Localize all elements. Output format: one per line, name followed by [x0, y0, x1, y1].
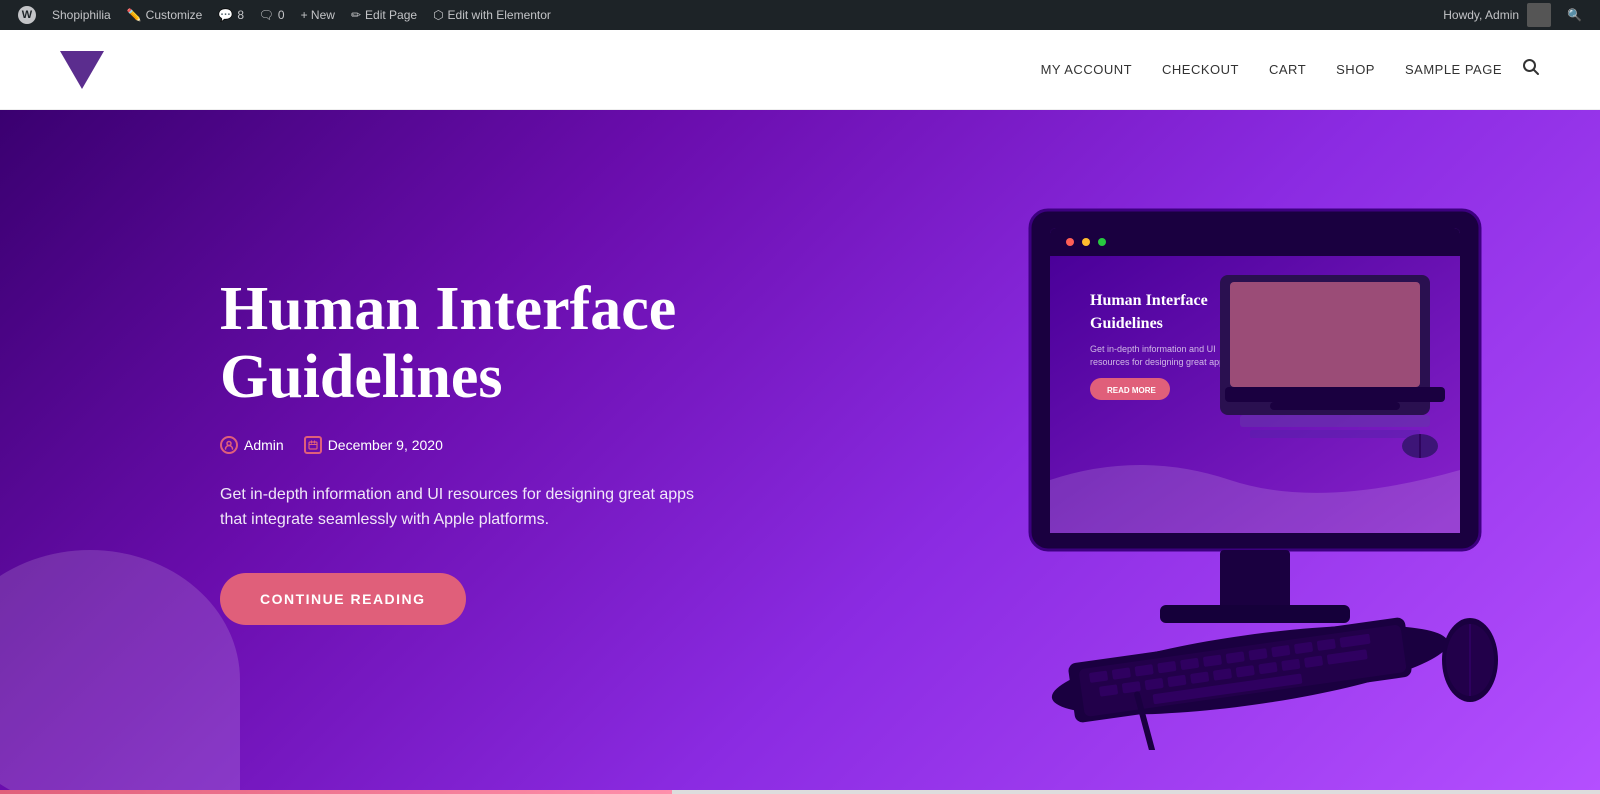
nav-link-shop[interactable]: SHOP	[1336, 62, 1375, 77]
site-name-item[interactable]: Shopiphilia	[44, 0, 119, 30]
comments-item[interactable]: 💬 8 🗨 0	[210, 0, 292, 30]
hero-date-label: December 9, 2020	[328, 437, 443, 453]
hero-date-meta: December 9, 2020	[304, 436, 443, 454]
hero-author-label: Admin	[244, 437, 284, 453]
wp-logo-item[interactable]: W	[10, 0, 44, 30]
howdy-text: Howdy, Admin	[1443, 8, 1519, 22]
edit-page-icon: ✏	[351, 8, 361, 22]
nav-links: MY ACCOUNT CHECKOUT CART SHOP SAMPLE PAG…	[1041, 61, 1502, 79]
nav-link-cart[interactable]: CART	[1269, 62, 1306, 77]
navbar-search-icon[interactable]	[1522, 58, 1540, 81]
nav-link-checkout[interactable]: CHECKOUT	[1162, 62, 1239, 77]
hero-image: Human Interface Guidelines Get in-depth …	[850, 150, 1600, 750]
howdy-item[interactable]: Howdy, Admin	[1435, 0, 1559, 30]
progress-fill	[0, 790, 672, 794]
navbar: MY ACCOUNT CHECKOUT CART SHOP SAMPLE PAG…	[0, 30, 1600, 110]
site-name-label: Shopiphilia	[52, 8, 111, 22]
comments-icon-count: 0	[278, 8, 285, 22]
new-item[interactable]: + New	[293, 0, 343, 30]
hero-meta: Admin December 9, 2020	[220, 436, 700, 454]
edit-elementor-item[interactable]: ⬡ Edit with Elementor	[425, 0, 559, 30]
nav-item-cart[interactable]: CART	[1269, 61, 1306, 79]
comments-icon: 💬	[218, 8, 233, 22]
admin-bar: W Shopiphilia ✏️ Customize 💬 8 🗨 0 + New…	[0, 0, 1600, 30]
avatar-icon	[1527, 3, 1551, 27]
nav-item-myaccount[interactable]: MY ACCOUNT	[1041, 61, 1132, 79]
hero-title: Human Interface Guidelines	[220, 275, 700, 411]
admin-bar-right: Howdy, Admin 🔍	[1435, 0, 1590, 30]
customize-icon: ✏️	[127, 8, 142, 22]
bubbles-icon: 🗨	[259, 8, 274, 22]
progress-bar	[0, 790, 1600, 794]
elementor-icon: ⬡	[433, 8, 443, 22]
hero-content: Human Interface Guidelines Admin	[0, 195, 700, 705]
hero-author-meta: Admin	[220, 436, 284, 454]
nav-item-checkout[interactable]: CHECKOUT	[1162, 61, 1239, 79]
monitor-illustration: Human Interface Guidelines Get in-depth …	[850, 150, 1600, 750]
svg-text:READ MORE: READ MORE	[1107, 386, 1157, 395]
search-icon: 🔍	[1567, 8, 1582, 22]
nav-link-myaccount[interactable]: MY ACCOUNT	[1041, 62, 1132, 77]
logo-triangle-icon	[60, 51, 104, 89]
nav-logo[interactable]	[60, 51, 104, 89]
svg-text:Get in-depth information and U: Get in-depth information and UI	[1090, 344, 1216, 354]
author-icon	[220, 436, 238, 454]
svg-text:Guidelines: Guidelines	[1090, 315, 1163, 332]
calendar-icon	[304, 436, 322, 454]
nav-item-shop[interactable]: SHOP	[1336, 61, 1375, 79]
wp-icon: W	[18, 6, 36, 24]
comments-count: 8	[237, 8, 244, 22]
svg-text:resources for designing great: resources for designing great apps.	[1090, 357, 1231, 367]
nav-item-samplepage[interactable]: SAMPLE PAGE	[1405, 61, 1502, 79]
search-item[interactable]: 🔍	[1559, 0, 1590, 30]
edit-elementor-label: Edit with Elementor	[448, 8, 551, 22]
customize-item[interactable]: ✏️ Customize	[119, 0, 211, 30]
continue-reading-button[interactable]: CONTINUE READING	[220, 573, 466, 625]
customize-label: Customize	[146, 8, 203, 22]
hero-description: Get in-depth information and UI resource…	[220, 482, 700, 533]
hero-section: Human Interface Guidelines Admin	[0, 110, 1600, 790]
new-label: + New	[301, 8, 335, 22]
edit-page-item[interactable]: ✏ Edit Page	[343, 0, 425, 30]
nav-link-samplepage[interactable]: SAMPLE PAGE	[1405, 62, 1502, 77]
svg-text:Human Interface: Human Interface	[1090, 292, 1208, 309]
edit-page-label: Edit Page	[365, 8, 417, 22]
